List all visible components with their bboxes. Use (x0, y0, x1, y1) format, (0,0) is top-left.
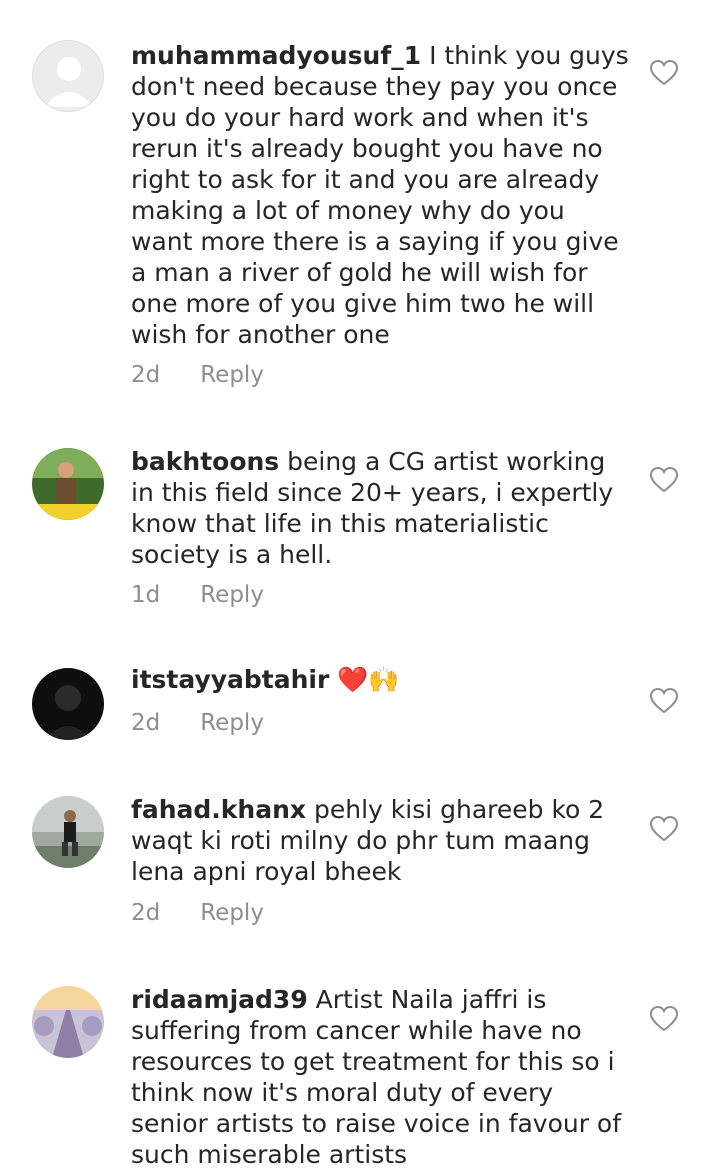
reply-button[interactable]: Reply (200, 362, 264, 388)
comment-username[interactable]: ridaamjad39 (131, 985, 308, 1014)
comment-meta: 2d Reply (131, 900, 264, 926)
comment-time: 1d (131, 582, 161, 608)
comment-meta: 2d Reply (131, 710, 264, 736)
comment-username[interactable]: fahad.khanx (131, 795, 306, 824)
comment-username[interactable]: itstayyabtahir (131, 665, 329, 694)
comment-time: 2d (131, 362, 161, 388)
comment-text: fahad.khanx pehly kisi ghareeb ko 2 waqt… (131, 794, 631, 887)
comment-body: I think you guys don't need because they… (131, 41, 629, 349)
comment-username[interactable]: muhammadyousuf_1 (131, 41, 421, 70)
avatar[interactable] (32, 796, 104, 868)
comment-meta: 2d Reply (131, 362, 264, 388)
heart-icon[interactable] (649, 687, 679, 714)
comment-text: muhammadyousuf_1 I think you guys don't … (131, 40, 631, 350)
avatar[interactable] (32, 448, 104, 520)
comment-meta: 1d Reply (131, 582, 264, 608)
comment-time: 2d (131, 710, 161, 736)
avatar[interactable] (32, 986, 104, 1058)
heart-icon[interactable] (649, 59, 679, 86)
reply-button[interactable]: Reply (200, 710, 264, 736)
comment-text: itstayyabtahir ❤️🙌 (131, 664, 631, 695)
avatar[interactable] (32, 40, 104, 112)
reply-button[interactable]: Reply (200, 582, 264, 608)
comment-body: ❤️🙌 (337, 665, 400, 694)
comment-text: ridaamjad39 Artist Naila jaffri is suffe… (131, 984, 631, 1170)
heart-icon[interactable] (649, 1005, 679, 1032)
comment-username[interactable]: bakhtoons (131, 447, 279, 476)
comment-text: bakhtoons being a CG artist working in t… (131, 446, 631, 570)
heart-icon[interactable] (649, 815, 679, 842)
heart-icon[interactable] (649, 466, 679, 493)
avatar[interactable] (32, 668, 104, 740)
comment-time: 2d (131, 900, 161, 926)
reply-button[interactable]: Reply (200, 900, 264, 926)
